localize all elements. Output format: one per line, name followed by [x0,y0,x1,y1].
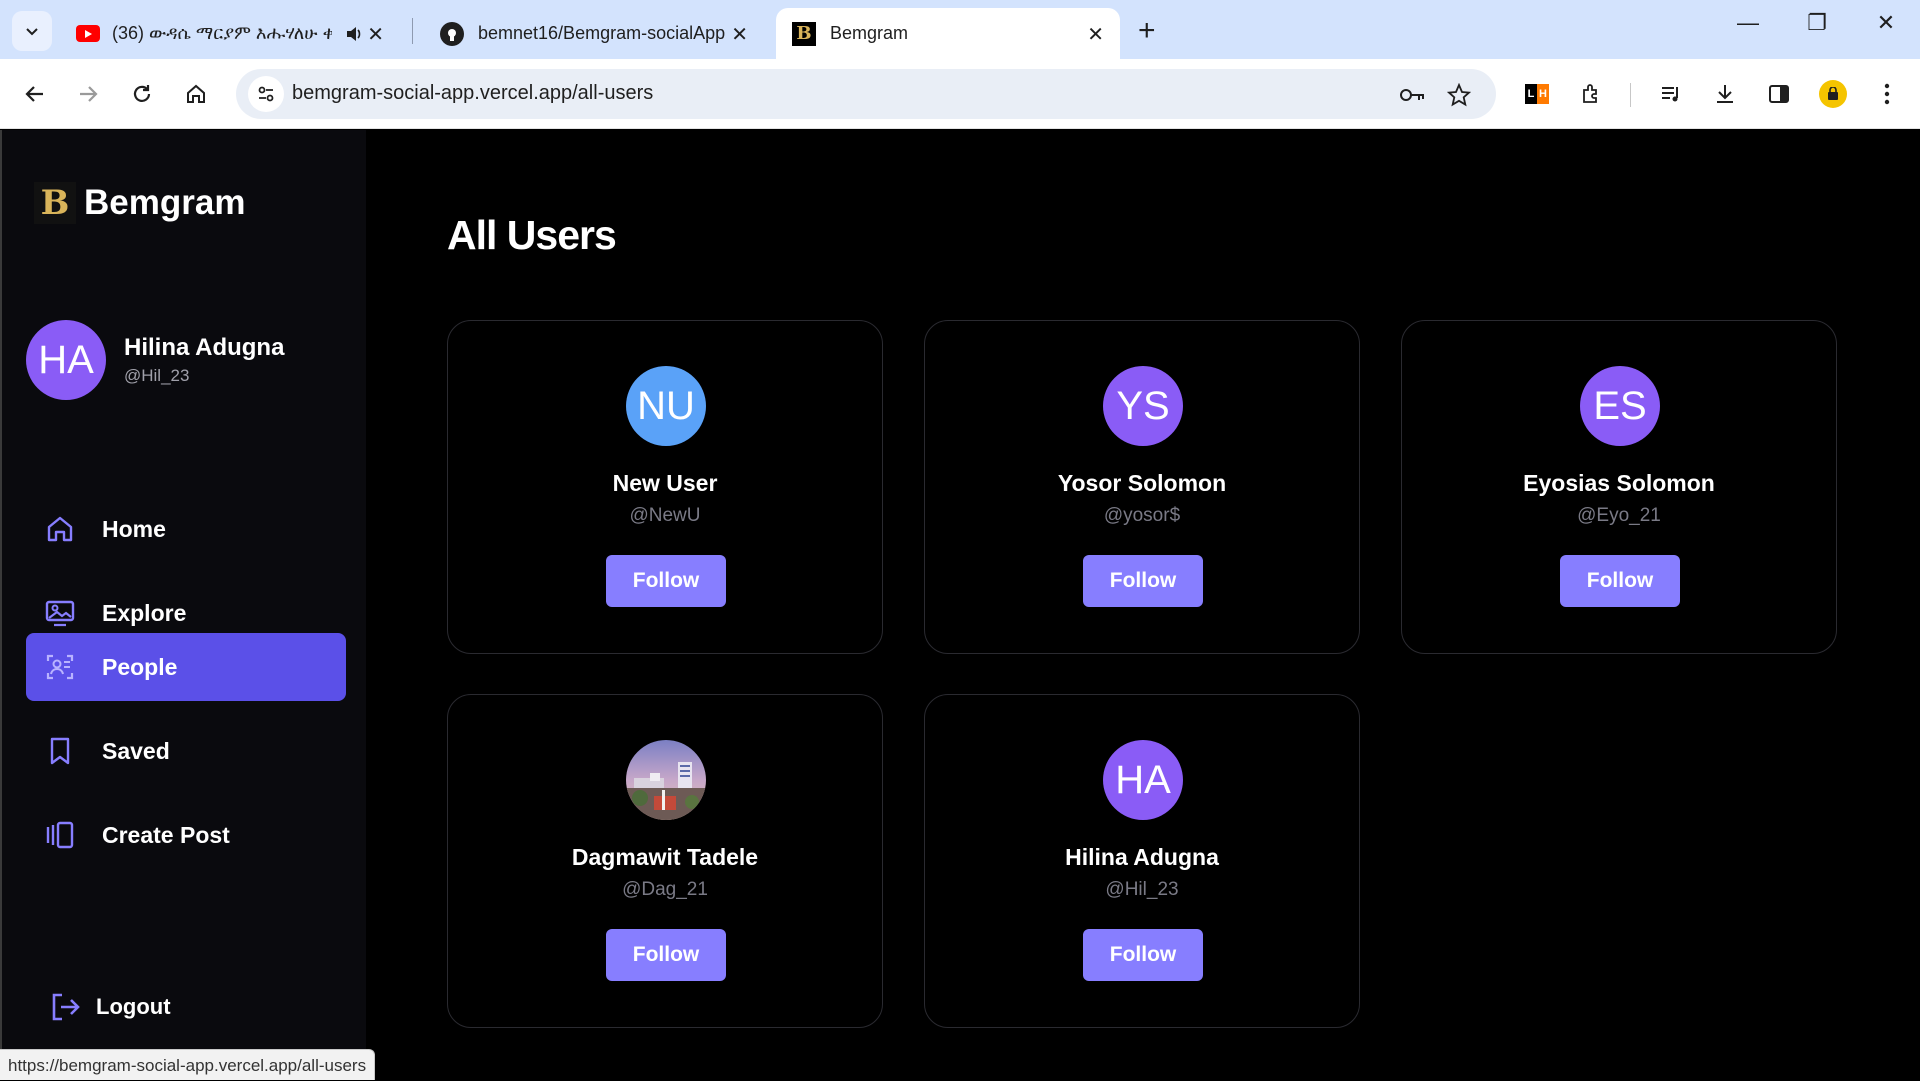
follow-button[interactable]: Follow [1083,929,1203,981]
site-info-button[interactable] [248,76,284,112]
user-card[interactable]: HA Hilina Adugna @Hil_23 Follow [924,694,1360,1028]
sidebar-item-label: People [102,653,178,680]
user-name: New User [612,470,718,496]
left-sidebar: B Bemgram HA Hilina Adugna @Hil_23 Home … [2,130,366,1080]
sidebar-item-create-post[interactable]: Create Post [26,801,346,869]
tab-title: (36) ውዳሴ ማርያም እሑሃለሁ ቀ [112,23,332,43]
browser-toolbar: bemgram-social-app.vercel.app/all-users … [0,59,1920,129]
tab-close-icon[interactable]: ✕ [1087,22,1104,47]
bemgram-logo-icon: B [34,182,76,224]
close-window-button[interactable]: ✕ [1866,10,1906,36]
logout-label: Logout [96,994,171,1019]
forward-button[interactable] [70,76,106,112]
sidebar-item-label: Saved [102,737,170,764]
user-name: Hilina Adugna [1065,844,1219,870]
browser-menu-icon[interactable] [1872,79,1902,109]
youtube-icon [76,25,100,42]
follow-button[interactable]: Follow [606,929,726,981]
user-handle: @yosor$ [1103,505,1181,526]
profile-avatar-icon[interactable] [1818,79,1848,109]
side-panel-icon[interactable] [1764,79,1794,109]
user-name: Yosor Solomon [1057,470,1227,496]
sidebar-item-saved[interactable]: Saved [26,717,346,785]
main-content: All Users NU New User @NewU Follow YS Yo… [366,130,1920,1080]
address-bar[interactable]: bemgram-social-app.vercel.app/all-users [236,69,1496,119]
follow-button[interactable]: Follow [606,555,726,607]
user-card[interactable]: ES Eyosias Solomon @Eyo_21 Follow [1401,320,1837,654]
extensions-puzzle-icon[interactable] [1577,79,1607,109]
tab-separator [412,18,413,44]
bookmark-icon [50,737,70,765]
follow-button[interactable]: Follow [1083,555,1203,607]
home-icon [47,516,73,542]
sidebar-item-label: Home [102,515,166,542]
home-button[interactable] [178,76,214,112]
back-button[interactable] [17,76,53,112]
bookmark-star-icon[interactable] [1446,82,1472,108]
password-key-icon[interactable] [1400,82,1426,108]
people-icon [46,654,74,680]
url-text[interactable]: bemgram-social-app.vercel.app/all-users [292,82,653,105]
profile-handle: @Hil_23 [124,366,190,385]
tab-search-button[interactable] [12,11,52,51]
app-root: B Bemgram HA Hilina Adugna @Hil_23 Home … [0,130,1920,1080]
github-icon [440,21,464,46]
browser-tab-strip: (36) ውዳሴ ማርያም እሑሃለሁ ቀ ✕ bemnet16/Bemgram… [0,0,1920,59]
status-bar-url: https://bemgram-social-app.vercel.app/al… [0,1049,376,1080]
tab-github[interactable]: bemnet16/Bemgram-socialApp ✕ [424,8,764,59]
restore-button[interactable]: ❐ [1797,10,1837,36]
forward-arrow-icon [80,86,98,102]
speaker-icon[interactable] [344,24,364,44]
tab-close-icon[interactable]: ✕ [367,22,384,47]
sidebar-item-label: Explore [102,599,187,626]
avatar: HA [1103,740,1183,820]
back-arrow-icon [25,86,43,102]
logout-icon [52,993,80,1021]
media-control-icon[interactable] [1656,79,1686,109]
user-card[interactable]: Dagmawit Tadele @Dag_21 Follow [447,694,883,1028]
tab-bemgram[interactable]: B Bemgram ✕ [776,8,1120,59]
profile-name: Hilina Adugna [124,334,285,361]
user-handle: @Hil_23 [1105,879,1179,900]
logout-button[interactable]: Logout [48,990,171,1024]
avatar: NU [626,366,706,446]
user-card[interactable]: NU New User @NewU Follow [447,320,883,654]
brand-name: Bemgram [84,183,246,222]
tune-icon [258,86,274,102]
tab-title: Bemgram [830,23,909,43]
user-profile[interactable]: HA Hilina Adugna @Hil_23 [26,320,284,400]
avatar-photo [626,740,706,820]
avatar: ES [1580,366,1660,446]
user-card[interactable]: YS Yosor Solomon @yosor$ Follow [924,320,1360,654]
user-handle: @NewU [629,505,701,526]
download-icon[interactable] [1710,79,1740,109]
tab-close-icon[interactable]: ✕ [731,22,748,47]
sidebar-item-people[interactable]: People [26,633,346,701]
window-edge [0,130,2,1080]
sidebar-item-home[interactable]: Home [26,495,346,563]
reload-button[interactable] [124,76,160,112]
brand-logo[interactable]: B Bemgram [34,182,245,224]
lighthouse-extension-icon[interactable]: LH [1522,79,1552,109]
sidebar-item-label: Create Post [102,821,230,848]
avatar: HA [26,320,106,400]
user-handle: @Eyo_21 [1577,505,1661,526]
chevron-down-icon [26,28,38,36]
follow-button[interactable]: Follow [1560,555,1680,607]
tab-youtube[interactable]: (36) ውዳሴ ማርያም እሑሃለሁ ቀ ✕ [60,8,400,59]
reload-icon [133,85,151,102]
bemgram-icon: B [792,21,816,46]
home-icon [187,84,205,103]
tab-title: bemnet16/Bemgram-socialApp [478,23,726,43]
avatar: YS [1103,366,1183,446]
user-name: Eyosias Solomon [1523,470,1715,496]
page-title: All Users [447,212,617,258]
create-post-icon [46,821,74,849]
minimize-button[interactable]: — [1728,10,1768,36]
explore-icon [45,600,75,627]
user-handle: @Dag_21 [622,879,708,900]
user-name: Dagmawit Tadele [571,844,759,870]
toolbar-separator [1630,83,1631,107]
new-tab-button[interactable]: + [1138,14,1156,48]
